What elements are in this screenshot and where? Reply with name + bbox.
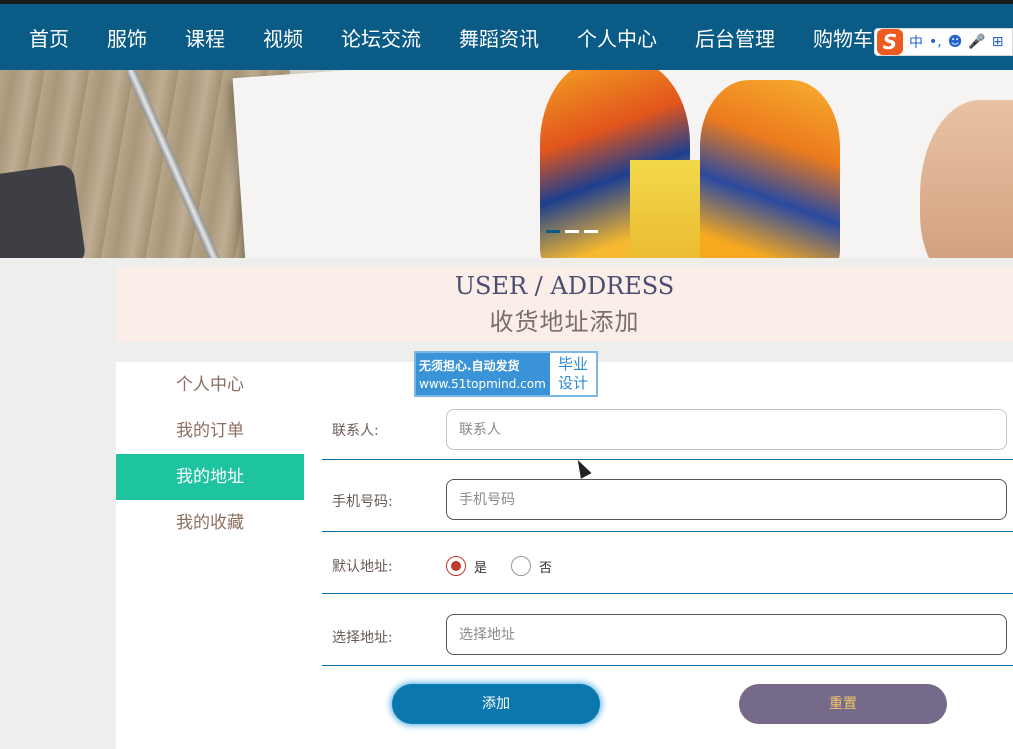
watermark-stamp: 毕业 设计 — [550, 353, 596, 395]
sidebar-item-personal-center[interactable]: 个人中心 — [116, 362, 304, 408]
default-address-radio-group: 是 否 — [446, 556, 576, 576]
carousel-dot[interactable] — [565, 230, 579, 233]
user-sidebar: 个人中心 我的订单 我的地址 我的收藏 — [116, 362, 304, 546]
radio-yes-label: 是 — [474, 560, 488, 576]
ime-toolbar[interactable]: S 中 •, ☻ 🎤 ⊞ — [874, 28, 1013, 56]
contact-label: 联系人: — [332, 423, 379, 439]
page-title-box: USER / ADDRESS 收货地址添加 — [116, 267, 1013, 342]
reset-button[interactable]: 重置 — [739, 684, 947, 724]
page-title-cn: 收货地址添加 — [489, 308, 640, 336]
nav-forum[interactable]: 论坛交流 — [322, 8, 440, 74]
sidebar-item-my-favorites[interactable]: 我的收藏 — [116, 500, 304, 546]
nav-dance-news[interactable]: 舞蹈资讯 — [440, 8, 558, 74]
main-nav: 首页 服饰 课程 视频 论坛交流 舞蹈资讯 个人中心 后台管理 购物车 — [0, 8, 892, 74]
watermark-line1: 无须担心.自动发货 — [419, 359, 520, 373]
radio-no[interactable] — [511, 556, 532, 576]
sidebar-item-my-orders[interactable]: 我的订单 — [116, 408, 304, 454]
address-select-input[interactable] — [446, 614, 1007, 655]
top-navigation-bar: 首页 服饰 课程 视频 论坛交流 舞蹈资讯 个人中心 后台管理 购物车 — [0, 0, 1013, 74]
address-label: 选择地址: — [332, 630, 393, 646]
radio-yes[interactable] — [446, 556, 466, 576]
nav-clothing[interactable]: 服饰 — [88, 8, 166, 74]
banner-carousel — [0, 70, 1013, 258]
watermark-badge-top: 毕业 — [557, 355, 588, 373]
emoji-icon[interactable]: ☻ — [948, 34, 963, 50]
banner-tablet-image — [0, 163, 87, 258]
address-form: 联系人: 手机号码: 默认地址: 是 否 选择地址: — [322, 390, 1013, 666]
microphone-icon[interactable]: 🎤 — [968, 34, 985, 50]
form-row-contact: 联系人: — [322, 390, 1013, 460]
left-gutter — [0, 258, 116, 749]
watermark-text: 无须担心.自动发货 www.51topmind.com — [416, 353, 550, 395]
page-title-en: USER / ADDRESS — [454, 272, 675, 300]
figure-part — [700, 80, 840, 258]
punctuation-icon[interactable]: •, — [929, 34, 942, 50]
nav-personal-center[interactable]: 个人中心 — [558, 8, 676, 74]
sogou-logo-icon: S — [877, 29, 903, 55]
nav-home[interactable]: 首页 — [0, 8, 88, 74]
carousel-dot[interactable] — [584, 230, 598, 233]
form-row-default-address: 默认地址: 是 否 — [322, 532, 1013, 594]
carousel-dot[interactable] — [546, 230, 560, 233]
main-content: 个人中心 我的订单 我的地址 我的收藏 无须担心.自动发货 www.51topm… — [116, 351, 1013, 749]
form-row-phone: 手机号码: — [322, 460, 1013, 532]
add-button[interactable]: 添加 — [392, 684, 600, 724]
toolbox-icon[interactable]: ⊞ — [992, 34, 1004, 50]
form-row-address: 选择地址: — [322, 594, 1013, 666]
nav-courses[interactable]: 课程 — [166, 8, 244, 74]
radio-no-label: 否 — [539, 560, 553, 576]
phone-input[interactable] — [446, 479, 1007, 520]
contact-input[interactable] — [446, 409, 1007, 450]
sidebar-item-my-address[interactable]: 我的地址 — [116, 454, 304, 500]
phone-label: 手机号码: — [332, 494, 393, 510]
nav-videos[interactable]: 视频 — [244, 8, 322, 74]
carousel-indicators — [546, 230, 598, 233]
ime-mode-label[interactable]: 中 — [909, 32, 923, 52]
default-address-label: 默认地址: — [332, 559, 393, 575]
nav-admin[interactable]: 后台管理 — [676, 8, 794, 74]
